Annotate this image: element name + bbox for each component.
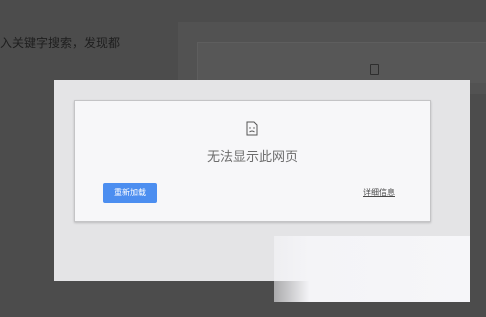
- error-title: 无法显示此网页: [206, 150, 298, 165]
- reload-button[interactable]: 重新加载: [103, 183, 157, 203]
- overlay-white-patch: [274, 236, 470, 302]
- background-panel-inner: [197, 42, 486, 83]
- sad-page-icon: [246, 121, 258, 136]
- background-page-icon: [370, 64, 379, 75]
- background-partial-text: 入关键字搜索，发现都: [0, 36, 121, 50]
- details-link[interactable]: 详细信息: [363, 187, 395, 198]
